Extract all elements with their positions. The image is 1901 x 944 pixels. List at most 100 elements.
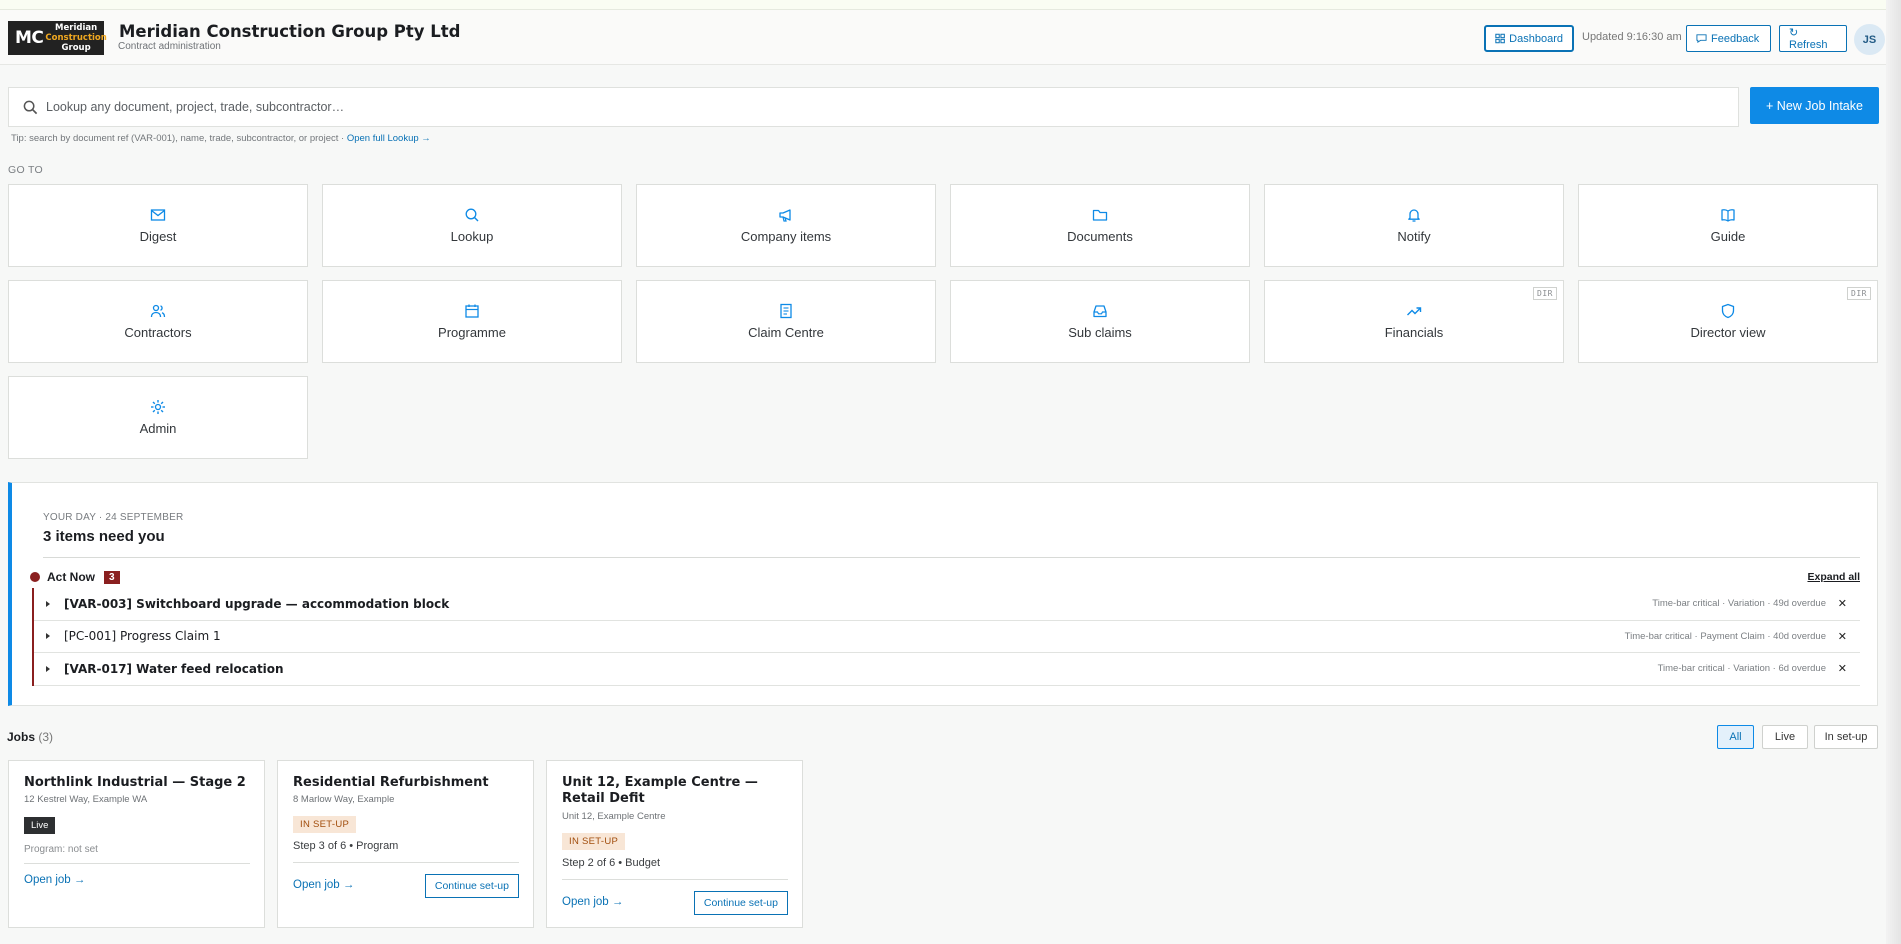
trending-up-icon <box>1407 307 1422 316</box>
mail-icon <box>150 209 166 221</box>
app-header: MC Meridian Construction Group Meridian … <box>0 10 1901 65</box>
open-job-link[interactable]: Open job → <box>293 879 354 891</box>
expand-all-link[interactable]: Expand all <box>1807 571 1860 583</box>
tile-programme[interactable]: Programme <box>322 280 622 363</box>
search-tip: Tip: search by document ref (VAR-001), n… <box>11 133 431 144</box>
tile-lookup[interactable]: Lookup <box>322 184 622 267</box>
search-input[interactable] <box>46 100 1696 114</box>
status-badge: IN SET-UP <box>562 833 626 850</box>
tile-admin[interactable]: Admin <box>8 376 308 459</box>
item-title: [VAR-003] Switchboard upgrade — accommod… <box>64 596 450 611</box>
chevron-right-icon[interactable] <box>46 633 50 640</box>
speech-bubble-icon <box>1696 34 1707 44</box>
job-card[interactable]: Residential Refurbishment 8 Marlow Way, … <box>277 760 534 928</box>
dashboard-label: Dashboard <box>1509 32 1563 45</box>
your-day-kicker: YOUR DAY · 24 SEPTEMBER <box>43 512 184 523</box>
users-icon <box>150 304 166 318</box>
job-info: Step 3 of 6 • Program <box>293 840 399 852</box>
refresh-button[interactable]: ↻ Refresh <box>1779 25 1847 52</box>
dismiss-icon[interactable]: ✕ <box>1838 662 1847 675</box>
logo-line-3: Group <box>61 43 91 53</box>
search-icon <box>465 208 479 222</box>
job-info: Step 2 of 6 • Budget <box>562 857 661 869</box>
tile-label: Financials <box>1384 325 1444 340</box>
feedback-label: Feedback <box>1711 32 1760 45</box>
item-meta: Time-bar critical · Payment Claim · 40d … <box>1624 630 1826 642</box>
status-badge: IN SET-UP <box>293 816 357 833</box>
job-info: Program: not set <box>24 844 98 855</box>
divider <box>293 862 519 863</box>
divider <box>24 863 250 864</box>
tile-label: Notify <box>1397 229 1431 244</box>
tile-label: Contractors <box>124 325 192 340</box>
refresh-label: ↻ Refresh <box>1789 27 1828 51</box>
user-avatar[interactable]: JS <box>1854 24 1885 55</box>
item-meta: Time-bar critical · Variation · 6d overd… <box>1657 663 1826 675</box>
continue-set-up-button[interactable]: Continue set-up <box>693 891 788 915</box>
open-full-lookup-link[interactable]: Open full Lookup → <box>347 133 431 144</box>
dismiss-icon[interactable]: ✕ <box>1838 630 1847 643</box>
company-logo[interactable]: MC Meridian Construction Group <box>8 21 107 55</box>
tile-claim-centre[interactable]: Claim Centre <box>636 280 936 363</box>
jobs-title: Jobs <box>7 730 36 744</box>
logo-line-1: Meridian <box>55 23 98 33</box>
jobs-heading: Jobs (3) <box>7 730 53 744</box>
tile-label: Lookup <box>450 229 494 244</box>
search-bar[interactable] <box>8 87 1739 127</box>
inbox-icon <box>1093 305 1107 318</box>
job-card[interactable]: Northlink Industrial — Stage 2 12 Kestre… <box>8 760 265 928</box>
tile-label: Guide <box>1710 229 1746 244</box>
feedback-button[interactable]: Feedback <box>1686 25 1771 52</box>
jobs-count: (3) <box>38 730 54 744</box>
tile-label: Digest <box>139 229 177 244</box>
dashboard-button[interactable]: Dashboard <box>1484 25 1574 52</box>
shield-icon <box>1721 303 1735 319</box>
new-job-intake-button[interactable]: + New Job Intake <box>1750 87 1879 124</box>
filter-in-set-up[interactable]: In set-up <box>1814 725 1878 749</box>
filter-live[interactable]: Live <box>1762 725 1808 749</box>
page-scrollbar[interactable] <box>1886 0 1901 944</box>
tile-sub-claims[interactable]: Sub claims <box>950 280 1250 363</box>
job-address: 8 Marlow Way, Example <box>293 794 395 805</box>
tile-digest[interactable]: Digest <box>8 184 308 267</box>
director-badge: DIR <box>1533 287 1557 300</box>
director-badge: DIR <box>1847 287 1871 300</box>
tile-guide[interactable]: Guide <box>1578 184 1878 267</box>
act-now-item[interactable]: [VAR-003] Switchboard upgrade — accommod… <box>34 588 1860 621</box>
continue-set-up-button[interactable]: Continue set-up <box>424 874 519 898</box>
logo-monogram: MC <box>15 28 44 48</box>
tile-company-items[interactable]: Company items <box>636 184 936 267</box>
chevron-right-icon[interactable] <box>46 665 50 672</box>
tile-label: Admin <box>139 421 177 436</box>
act-now-item[interactable]: [VAR-017] Water feed relocation Time-bar… <box>34 653 1860 686</box>
calendar-icon <box>465 304 479 318</box>
tile-director-view[interactable]: DIR Director view <box>1578 280 1878 363</box>
megaphone-icon <box>779 209 791 222</box>
tile-label: Claim Centre <box>748 325 824 340</box>
act-now-label: Act Now <box>47 570 95 584</box>
critical-dot-icon <box>30 572 40 582</box>
bell-icon <box>1408 209 1420 222</box>
job-card[interactable]: Unit 12, Example Centre — Retail Defit U… <box>546 760 803 928</box>
job-address: 12 Kestrel Way, Example WA <box>24 794 148 805</box>
folder-icon <box>1092 209 1108 221</box>
updated-timestamp: Updated 9:16:30 am <box>1582 31 1682 43</box>
filter-all[interactable]: All <box>1717 725 1754 749</box>
tile-financials[interactable]: DIR Financials <box>1264 280 1564 363</box>
job-address: Unit 12, Example Centre <box>562 811 666 822</box>
status-badge: Live <box>24 817 56 834</box>
open-job-link[interactable]: Open job → <box>562 896 623 908</box>
dismiss-icon[interactable]: ✕ <box>1838 597 1847 610</box>
tile-label: Sub claims <box>1068 325 1132 340</box>
act-now-item[interactable]: [PC-001] Progress Claim 1 Time-bar criti… <box>34 621 1860 653</box>
search-tip-text: Tip: search by document ref (VAR-001), n… <box>11 133 347 144</box>
open-job-link[interactable]: Open job → <box>24 874 85 886</box>
job-title: Northlink Industrial — Stage 2 <box>24 775 246 790</box>
chevron-right-icon[interactable] <box>46 600 50 607</box>
top-strip <box>0 0 1901 10</box>
file-icon <box>780 303 792 319</box>
tile-contractors[interactable]: Contractors <box>8 280 308 363</box>
job-title: Unit 12, Example Centre — Retail Defit <box>562 775 758 806</box>
tile-notify[interactable]: Notify <box>1264 184 1564 267</box>
tile-documents[interactable]: Documents <box>950 184 1250 267</box>
